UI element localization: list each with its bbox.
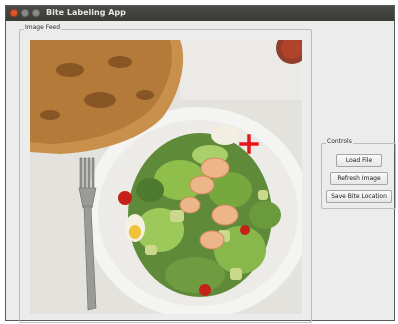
- app-window: Bite Labeling App Image Feed Controls Lo…: [5, 5, 396, 323]
- title-bar: Bite Labeling App: [6, 6, 394, 21]
- food-photo: [30, 40, 302, 314]
- maximize-icon[interactable]: [32, 9, 40, 17]
- controls-label: Controls: [326, 138, 353, 145]
- minimize-icon[interactable]: [21, 9, 29, 17]
- save-bite-location-button[interactable]: Save Bite Location: [326, 190, 392, 203]
- close-icon[interactable]: [10, 9, 18, 17]
- window-title: Bite Labeling App: [46, 8, 126, 17]
- refresh-image-button[interactable]: Refresh Image: [330, 172, 388, 185]
- load-file-button[interactable]: Load File: [336, 154, 382, 167]
- image-feed-group: Image Feed: [19, 24, 312, 323]
- image-feed-canvas[interactable]: [30, 40, 302, 314]
- controls-group: Controls Load File Refresh Image Save Bi…: [321, 138, 396, 209]
- image-feed-label: Image Feed: [24, 24, 62, 31]
